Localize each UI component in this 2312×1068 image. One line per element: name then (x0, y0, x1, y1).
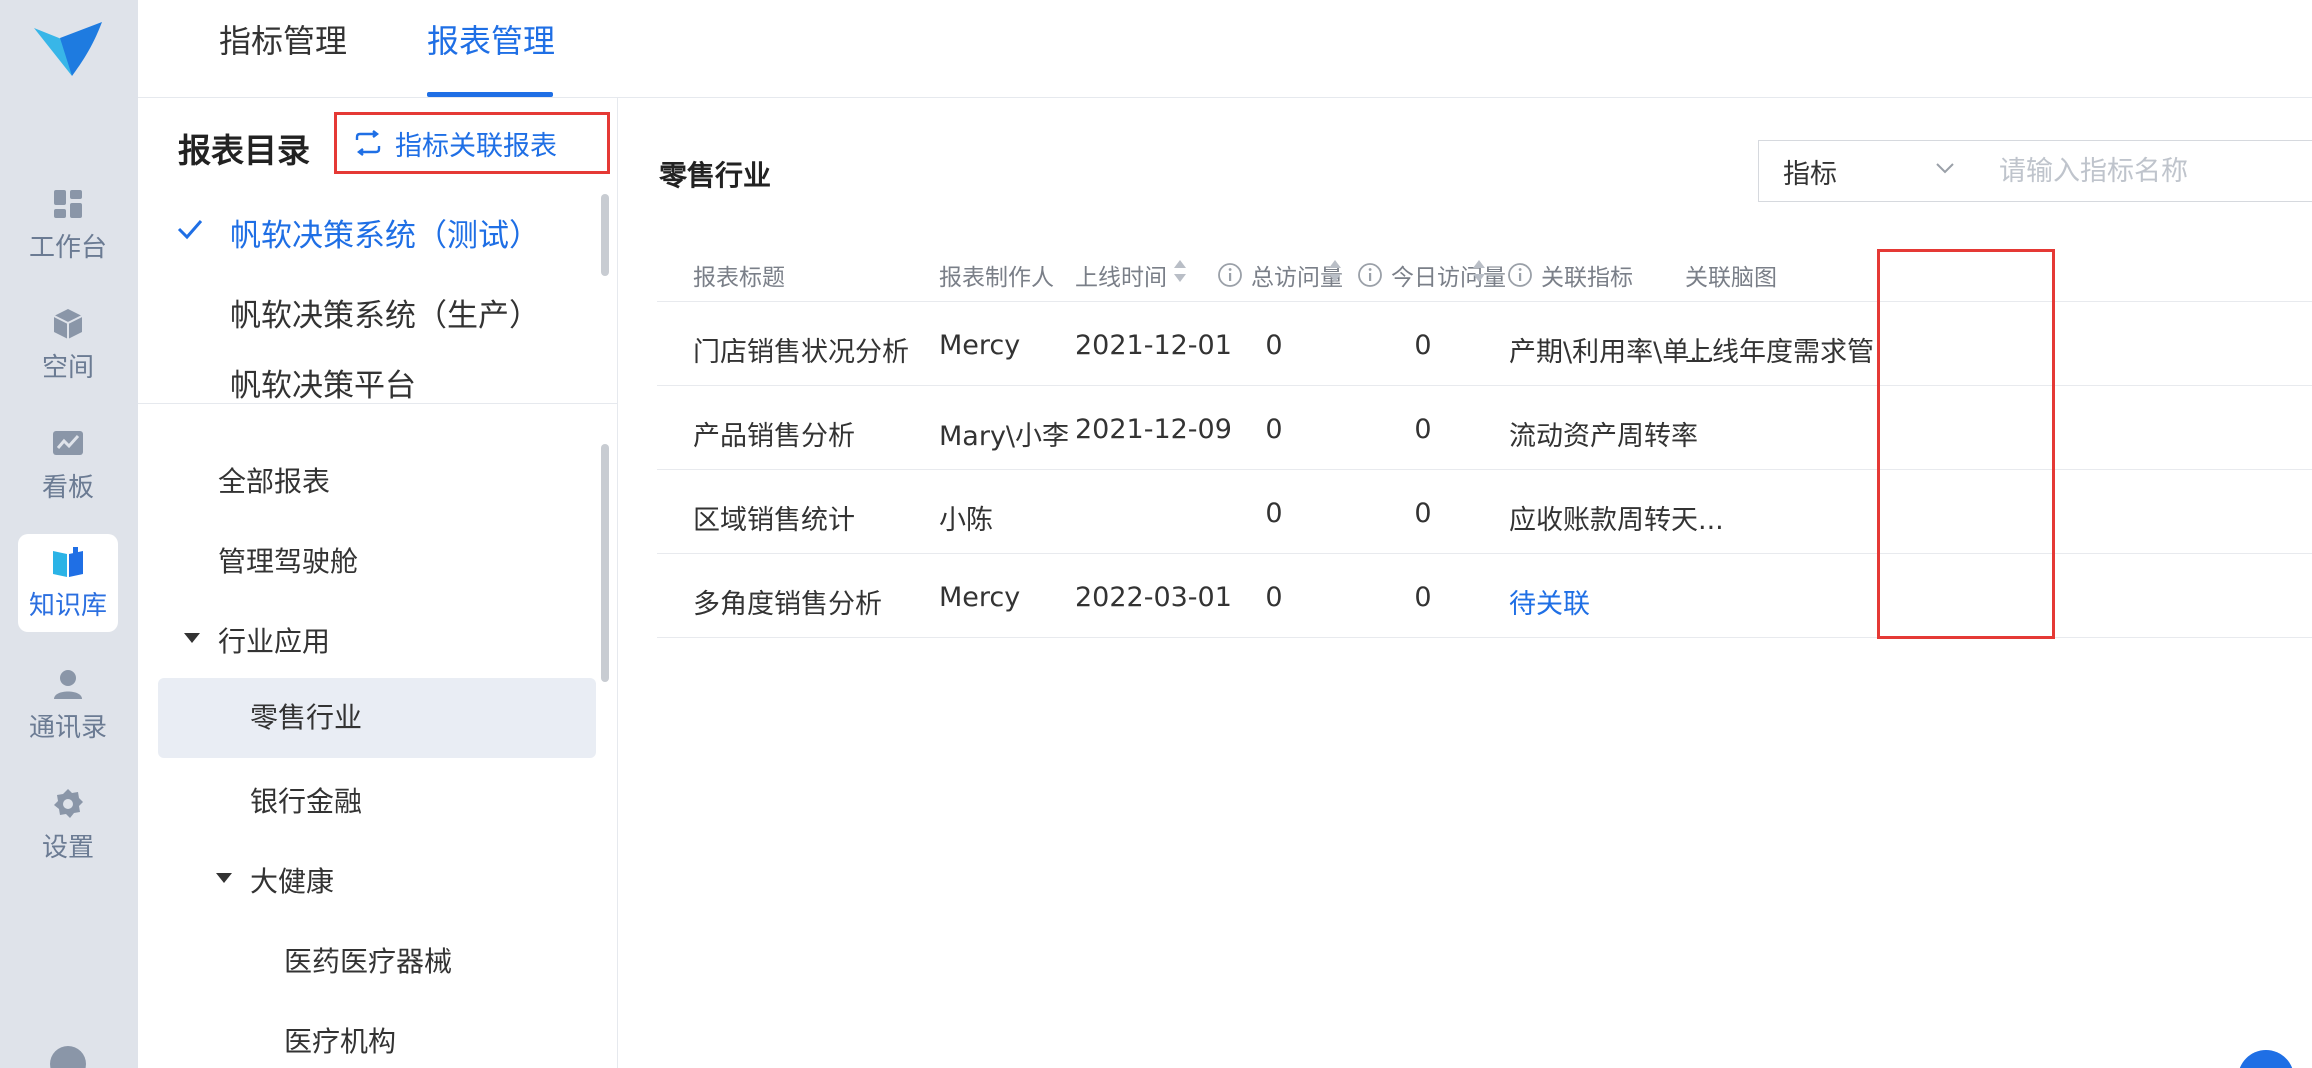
tree-item-industry[interactable]: 行业应用 (218, 620, 330, 660)
column-header-linked-indicator: 关联指标 (1507, 258, 1633, 292)
tree-item-all-reports[interactable]: 全部报表 (218, 460, 330, 500)
cell-report-title[interactable]: 门店销售状况分析 (693, 330, 909, 369)
tree-item-banking[interactable]: 银行金融 (250, 780, 362, 820)
nav-rail: 工作台 空间 看板 知识库 通讯录 设置 (0, 0, 138, 1068)
column-header-author: 报表制作人 (939, 258, 1054, 292)
rail-item-knowledge[interactable]: 知识库 (18, 534, 118, 632)
pending-link-button[interactable]: 待关联 (1509, 582, 1590, 621)
section-title: 零售行业 (659, 159, 772, 192)
cell-today-visits: 0 (1414, 498, 1432, 529)
cell-total-visits: 0 (1265, 582, 1283, 613)
report-list-area: 零售行业 指标 报表标题 报表制作人 上线时间 总访问量 今日访问量 关联指标 … (619, 98, 2312, 1068)
cell-author: Mercy (939, 582, 1021, 613)
cell-report-title[interactable]: 产品销售分析 (693, 414, 855, 453)
indicator-link-report-button[interactable]: 指标关联报表 (334, 112, 610, 174)
tree-item-cockpit[interactable]: 管理驾驶舱 (218, 540, 358, 580)
dashboard-grid-icon (54, 189, 82, 218)
cell-report-title[interactable]: 区域销售统计 (693, 498, 855, 537)
gear-icon (54, 788, 83, 818)
column-header-label: 报表制作人 (939, 265, 1054, 291)
tree-item-medical-institution[interactable]: 医疗机构 (284, 1020, 396, 1060)
caret-down-icon[interactable] (184, 633, 200, 643)
system-item-prod[interactable]: 帆软决策系统（生产） (230, 290, 540, 335)
cell-total-visits: 0 (1265, 414, 1283, 445)
cell-linked-mindmap[interactable]: 上线年度需求管 (1685, 330, 1885, 369)
filter-type-select[interactable]: 指标 (1758, 140, 1978, 202)
indicator-link-report-label: 指标关联报表 (395, 130, 557, 162)
cell-linked-indicator: 应收账款周转天... (1509, 505, 1724, 536)
sort-icon[interactable] (1472, 258, 1486, 284)
chart-board-icon (53, 430, 83, 455)
table-row[interactable]: 多角度销售分析 Mercy 2022-03-01 0 0 待关联 (657, 554, 2312, 638)
rail-item-settings[interactable]: 设置 (18, 776, 118, 874)
rail-item-label: 工作台 (28, 232, 107, 263)
caret-down-icon[interactable] (216, 873, 232, 883)
table-row[interactable]: 门店销售状况分析 Mercy 2021-12-01 0 0 产期\利用率\单..… (657, 302, 2312, 386)
rail-item-board[interactable]: 看板 (18, 416, 118, 514)
system-list-scrollbar[interactable] (601, 194, 609, 276)
rail-item-workbench[interactable]: 工作台 (18, 176, 118, 274)
info-icon (1508, 263, 1532, 287)
tree-item-health[interactable]: 大健康 (250, 860, 334, 900)
cell-total-visits: 0 (1265, 498, 1283, 529)
table-row[interactable]: 区域销售统计 小陈 0 0 应收账款周转天... (657, 470, 2312, 554)
cell-today-visits: 0 (1414, 582, 1432, 613)
column-header-date[interactable]: 上线时间 (1075, 258, 1167, 292)
book-icon (53, 546, 83, 577)
info-icon (1358, 263, 1382, 287)
cell-online-date: 2021-12-09 (1075, 414, 1232, 445)
system-item-test[interactable]: 帆软决策系统（测试） (230, 210, 540, 255)
rail-bottom-icon[interactable] (50, 1046, 86, 1068)
cell-linked-indicator: 流动资产周转率 (1509, 421, 1698, 452)
rail-item-space[interactable]: 空间 (18, 296, 118, 394)
cell-author: Mercy (939, 330, 1021, 361)
rail-item-label: 通讯录 (28, 712, 107, 743)
column-header-label: 关联脑图 (1685, 265, 1777, 291)
cell-online-date: 2021-12-01 (1075, 330, 1232, 361)
cell-report-title[interactable]: 多角度销售分析 (693, 582, 882, 621)
column-header-title: 报表标题 (693, 258, 785, 292)
top-tabs: 指标管理 报表管理 (138, 0, 2312, 98)
cube-icon (53, 308, 83, 339)
cell-today-visits: 0 (1414, 414, 1432, 445)
rail-item-label: 设置 (41, 832, 94, 863)
column-header-total-visits[interactable]: 总访问量 (1217, 258, 1343, 292)
user-icon (54, 669, 82, 699)
chevron-down-icon (1936, 163, 1954, 174)
info-icon (1218, 263, 1242, 287)
app-logo-icon[interactable] (30, 18, 106, 82)
sort-icon[interactable] (1173, 258, 1187, 284)
system-item-platform[interactable]: 帆软决策平台 (230, 360, 416, 403)
cell-total-visits: 0 (1265, 330, 1283, 361)
table-row[interactable]: 产品销售分析 Mary\小李 2021-12-09 0 0 流动资产周转率 (657, 386, 2312, 470)
rail-item-contacts[interactable]: 通讯录 (18, 656, 118, 754)
column-header-label: 关联指标 (1541, 265, 1633, 291)
rail-item-label: 看板 (41, 472, 94, 503)
cell-today-visits: 0 (1414, 330, 1432, 361)
column-header-label: 今日访问量 (1391, 265, 1506, 291)
report-catalog-panel: 报表目录 指标关联报表 帆软决策系统（测试） 帆软决策系统（生产） 帆软决策平台… (138, 98, 618, 1068)
cell-online-date: 2022-03-01 (1075, 582, 1232, 613)
cell-author: Mary\小李 (939, 421, 1070, 452)
rail-item-label: 空间 (41, 352, 94, 383)
rail-item-label: 知识库 (28, 590, 107, 621)
tree-scrollbar[interactable] (601, 444, 609, 682)
column-header-mindmap: 关联脑图 (1685, 258, 1777, 292)
tree-item-pharma[interactable]: 医药医疗器械 (284, 940, 452, 980)
system-list: 帆软决策系统（测试） 帆软决策系统（生产） 帆软决策平台 (138, 188, 618, 404)
column-header-label: 上线时间 (1075, 265, 1167, 291)
tab-indicator-management[interactable]: 指标管理 (219, 16, 347, 62)
sort-icon[interactable] (1328, 258, 1342, 284)
column-header-label: 报表标题 (693, 265, 785, 291)
table-header: 报表标题 报表制作人 上线时间 总访问量 今日访问量 关联指标 关联脑图 (657, 238, 2312, 302)
indicator-search-input[interactable] (1977, 140, 2312, 202)
tab-report-management[interactable]: 报表管理 (427, 16, 555, 62)
catalog-title: 报表目录 (178, 131, 310, 170)
check-icon (177, 220, 203, 240)
cell-author: 小陈 (939, 505, 993, 536)
active-tab-underline (427, 92, 553, 97)
swap-arrows-icon (355, 130, 381, 156)
filter-type-value: 指标 (1783, 158, 1837, 190)
tree-item-retail[interactable]: 零售行业 (158, 678, 596, 758)
